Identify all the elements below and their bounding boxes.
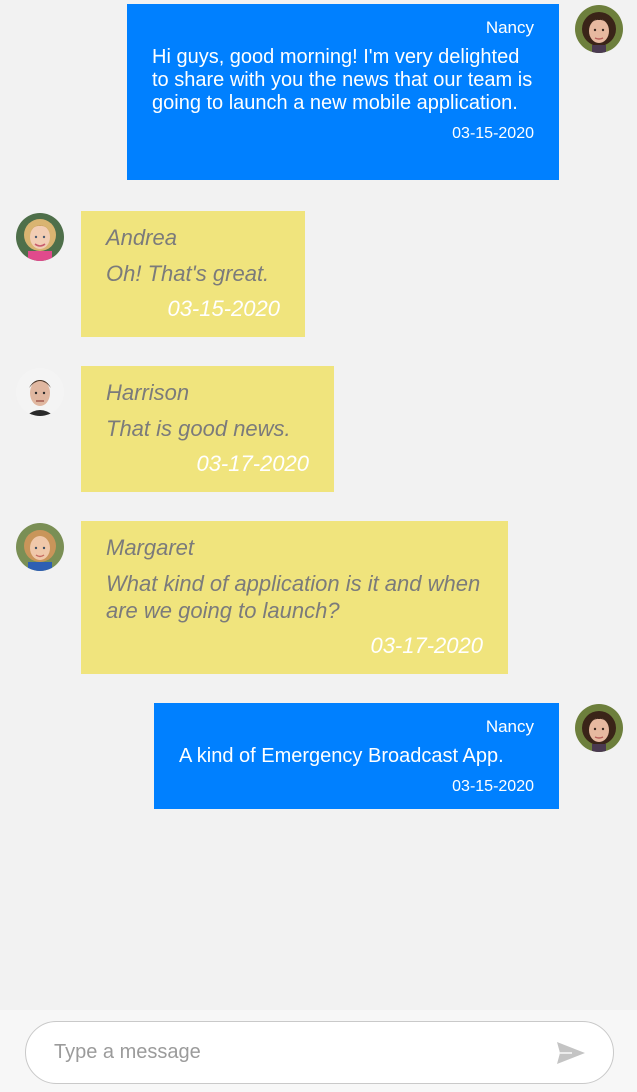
message-composer [0,1010,637,1092]
message-timestamp: 03-17-2020 [370,633,483,658]
send-button[interactable] [554,1036,588,1070]
message-text: Oh! That's great. [106,261,270,286]
message-text: What kind of application is it and when … [106,571,481,623]
message-bubble-incoming[interactable]: Andrea Oh! That's great. 03-15-2020 [81,211,305,337]
message-bubble-outgoing[interactable]: Nancy Hi guys, good morning! I'm very de… [127,4,559,180]
message-text: That is good news. [106,416,291,441]
message-text: A kind of Emergency Broadcast App. [179,745,504,767]
message-bubble-outgoing[interactable]: Nancy A kind of Emergency Broadcast App.… [154,703,559,809]
avatar[interactable] [16,213,64,261]
message-bubble-incoming[interactable]: Harrison That is good news. 03-17-2020 [81,366,334,492]
avatar[interactable] [16,368,64,416]
message-timestamp: 03-17-2020 [196,451,309,476]
message-bubble-incoming[interactable]: Margaret What kind of application is it … [81,521,508,674]
message-timestamp: 03-15-2020 [452,125,534,142]
message-text: Hi guys, good morning! I'm very delighte… [152,46,533,114]
chat-message-list[interactable]: Nancy Hi guys, good morning! I'm very de… [0,0,637,1010]
message-sender: Nancy [485,18,534,37]
send-icon [557,1042,585,1064]
message-timestamp: 03-15-2020 [452,778,534,795]
message-timestamp: 03-15-2020 [167,296,280,321]
message-sender: Andrea [106,225,177,250]
avatar[interactable] [16,523,64,571]
message-sender: Harrison [106,380,190,405]
message-input[interactable] [54,1022,534,1083]
avatar[interactable] [575,704,623,752]
message-input-container[interactable] [25,1021,614,1084]
message-sender: Nancy [485,717,534,736]
avatar[interactable] [575,5,623,53]
message-sender: Margaret [106,535,195,560]
